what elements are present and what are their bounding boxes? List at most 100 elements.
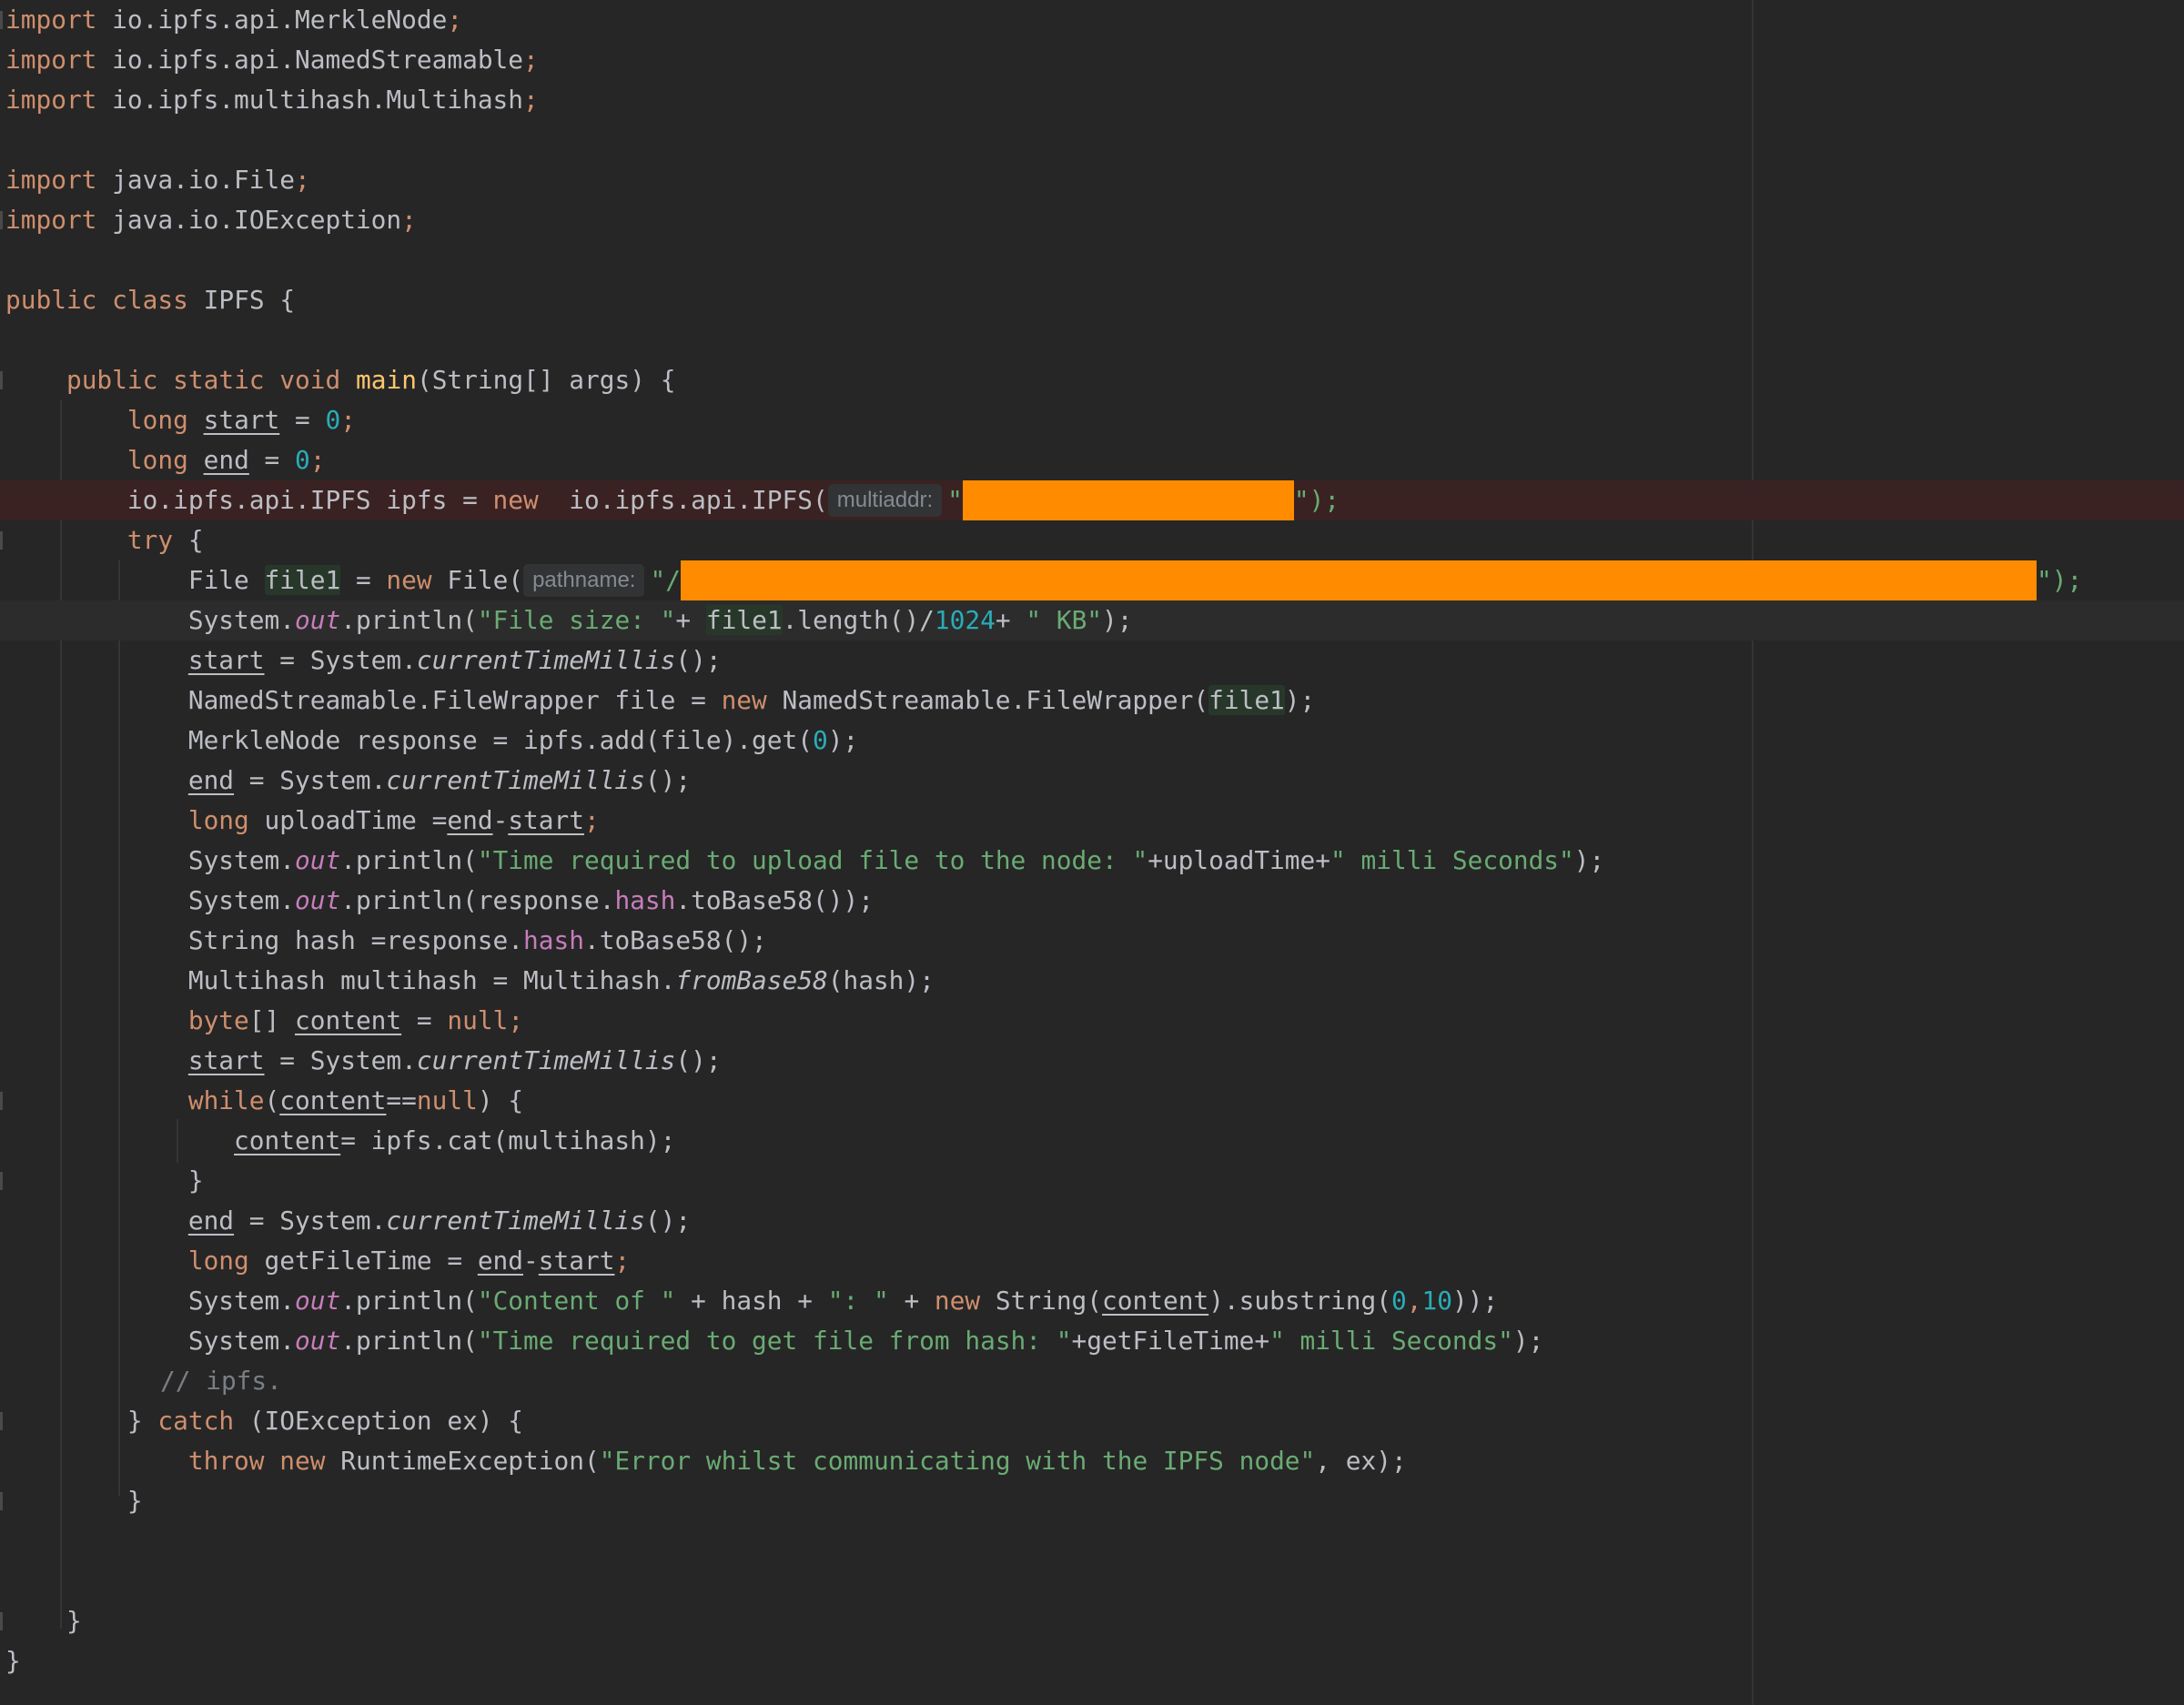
keyword: public: [5, 285, 97, 315]
code-line[interactable]: import io.ipfs.multihash.Multihash;: [0, 80, 2184, 120]
constructor-call: File(: [431, 565, 524, 595]
operator: +: [675, 605, 706, 635]
string: "Error whilst communicating with the IPF…: [599, 1446, 1316, 1476]
code-text: ;: [584, 805, 600, 835]
code-text: .length()/: [782, 605, 935, 635]
fold-marker[interactable]: [0, 211, 3, 229]
code-text: +: [888, 1286, 935, 1316]
number: 10: [1421, 1286, 1452, 1316]
fold-marker[interactable]: [0, 1492, 3, 1510]
code-line[interactable]: }: [0, 1641, 2184, 1681]
code-text: String(: [980, 1286, 1103, 1316]
keyword: import: [5, 5, 97, 35]
code-line[interactable]: long getFileTime = end-start;: [0, 1241, 2184, 1281]
class-name: IPFS: [203, 285, 265, 315]
code-line[interactable]: while(content==null) {: [0, 1081, 2184, 1121]
string: "Time required to upload file to the nod…: [477, 845, 1148, 875]
code-text: + hash +: [675, 1286, 828, 1316]
code-line[interactable]: end = System.currentTimeMillis();: [0, 761, 2184, 801]
code-text: Multihash multihash = Multihash.: [187, 965, 676, 995]
code-text: ();: [675, 1045, 722, 1075]
fold-marker[interactable]: [0, 1612, 3, 1630]
import-path: io.ipfs.api.NamedStreamable: [112, 45, 524, 75]
keyword: long: [187, 1246, 249, 1276]
brace: }: [126, 1486, 143, 1516]
code-line[interactable]: start = System.currentTimeMillis();: [0, 1041, 2184, 1081]
code-text: );: [1512, 1326, 1544, 1356]
code-line[interactable]: System.out.println("Content of " + hash …: [0, 1281, 2184, 1321]
variable: content: [234, 1125, 341, 1155]
variable: start: [508, 805, 584, 835]
code-line[interactable]: Multihash multihash = Multihash.fromBase…: [0, 961, 2184, 1001]
code-line[interactable]: public static void main(String[] args) {: [0, 360, 2184, 400]
code-line[interactable]: long start = 0;: [0, 400, 2184, 440]
code-line[interactable]: long end = 0;: [0, 440, 2184, 480]
keyword: new: [492, 485, 539, 515]
code-line[interactable]: }: [0, 1161, 2184, 1201]
variable: content: [1102, 1286, 1209, 1316]
import-path: java.io.File: [112, 165, 295, 195]
static-field: out: [294, 845, 341, 875]
code-line[interactable]: content= ipfs.cat(multihash);: [0, 1121, 2184, 1161]
code-line[interactable]: MerkleNode response = ipfs.add(file).get…: [0, 721, 2184, 761]
code-text: , ex);: [1315, 1446, 1407, 1476]
static-field: out: [294, 885, 341, 915]
code-line-highlighted[interactable]: io.ipfs.api.IPFS ipfs = new io.ipfs.api.…: [0, 480, 2184, 520]
code-line[interactable]: }: [0, 1481, 2184, 1521]
keyword: catch: [157, 1406, 235, 1436]
field: hash: [614, 885, 676, 915]
variable: end: [447, 805, 493, 835]
code-line[interactable]: NamedStreamable.FileWrapper file = new N…: [0, 681, 2184, 721]
variable: end: [187, 1206, 235, 1236]
code-text: );: [1284, 685, 1316, 715]
fold-marker[interactable]: [0, 1172, 3, 1190]
import-path: java.io.IOException: [112, 205, 402, 235]
code-text: ();: [675, 645, 722, 675]
parameter-hint: pathname:: [523, 564, 645, 597]
variable: end: [187, 765, 235, 795]
code-line[interactable]: try {: [0, 520, 2184, 560]
code-line[interactable]: import io.ipfs.api.MerkleNode;: [0, 0, 2184, 40]
code-text: +uploadTime+: [1148, 845, 1331, 875]
keyword: public: [66, 365, 158, 395]
code-line[interactable]: }: [0, 1601, 2184, 1641]
code-text: System.: [187, 1286, 295, 1316]
code-line[interactable]: String hash =response.hash.toBase58();: [0, 921, 2184, 961]
keyword: long: [187, 805, 249, 835]
code-line[interactable]: public class IPFS {: [0, 280, 2184, 320]
code-line[interactable]: import java.io.IOException;: [0, 200, 2184, 240]
fold-marker[interactable]: [0, 1412, 3, 1430]
keyword: while: [187, 1085, 265, 1115]
code-line[interactable]: System.out.println("Time required to upl…: [0, 841, 2184, 881]
code-text: ;: [614, 1246, 631, 1276]
string: " KB": [1026, 605, 1103, 635]
code-line[interactable]: byte[] content = null;: [0, 1001, 2184, 1041]
fold-marker[interactable]: [0, 1092, 3, 1110]
fold-marker[interactable]: [0, 531, 3, 550]
code-text: ();: [644, 765, 692, 795]
code-line[interactable]: start = System.currentTimeMillis();: [0, 641, 2184, 681]
code-line[interactable]: File file1 = new File(pathname: "/ ");: [0, 560, 2184, 600]
code-line[interactable]: throw new RuntimeException("Error whilst…: [0, 1441, 2184, 1481]
code-editor[interactable]: import io.ipfs.api.MerkleNode; import io…: [0, 0, 2184, 1705]
code-line[interactable]: long uploadTime =end-start;: [0, 801, 2184, 841]
fold-marker[interactable]: [0, 11, 3, 29]
code-text: System.: [187, 885, 295, 915]
code-line[interactable]: import java.io.File;: [0, 160, 2184, 200]
keyword: new: [934, 1286, 981, 1316]
code-line[interactable]: } catch (IOException ex) {: [0, 1401, 2184, 1441]
code-line-current[interactable]: System.out.println("File size: "+ file1.…: [0, 600, 2184, 641]
code-line[interactable]: System.out.println("Time required to get…: [0, 1321, 2184, 1361]
code-line[interactable]: System.out.println(response.hash.toBase5…: [0, 881, 2184, 921]
code-line[interactable]: import io.ipfs.api.NamedStreamable;: [0, 40, 2184, 80]
code-line[interactable]: // ipfs.: [0, 1361, 2184, 1401]
operator: =: [401, 1005, 448, 1035]
number: 0: [812, 725, 828, 755]
code-line[interactable]: end = System.currentTimeMillis();: [0, 1201, 2184, 1241]
brace: {: [173, 525, 204, 555]
code-text: = System.: [234, 1206, 387, 1236]
import-path: io.ipfs.api.MerkleNode: [112, 5, 448, 35]
code-text: .println(: [340, 1326, 478, 1356]
variable: end: [203, 445, 249, 475]
fold-marker[interactable]: [0, 371, 3, 389]
